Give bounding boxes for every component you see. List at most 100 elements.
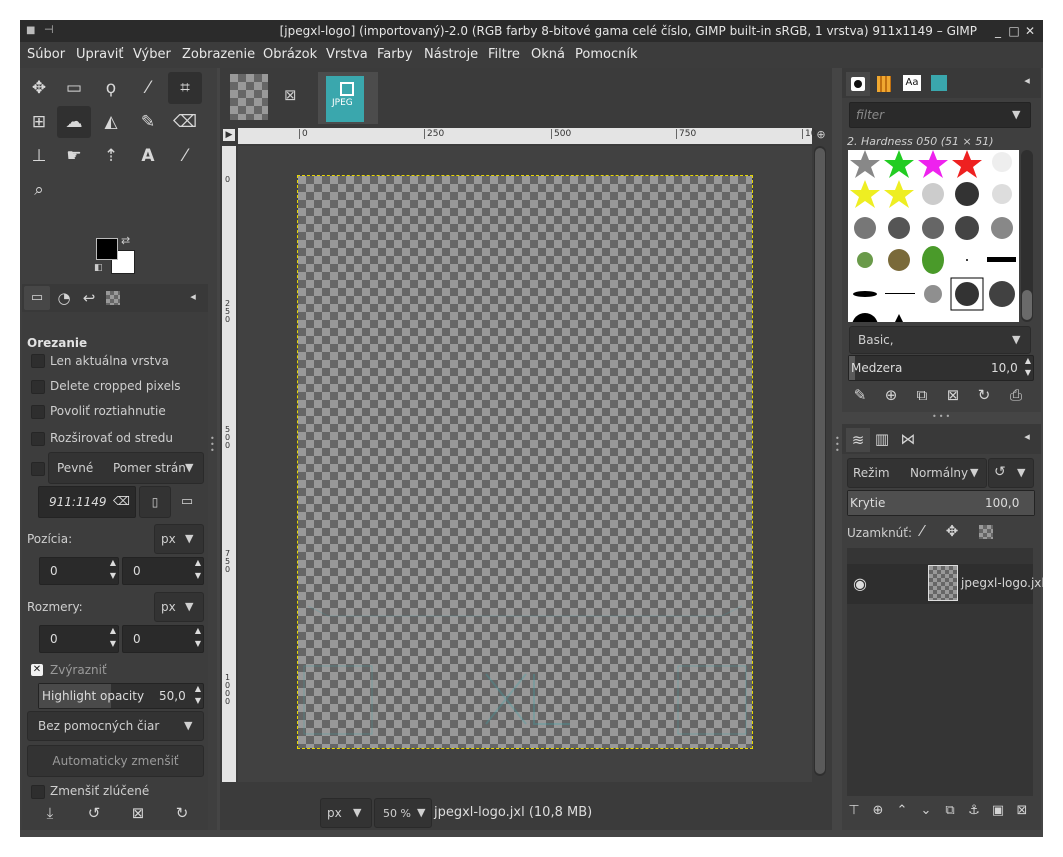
paintbrush-tool[interactable]: ✎ bbox=[131, 106, 165, 138]
spin-up-icon[interactable]: ▲ bbox=[195, 684, 201, 693]
restore-options-icon[interactable]: ↺ bbox=[82, 804, 106, 822]
menu-colors[interactable]: Farby bbox=[377, 47, 413, 62]
brush-scroll-thumb[interactable] bbox=[1022, 290, 1032, 320]
spin-down-icon[interactable]: ▼ bbox=[110, 639, 116, 648]
minimize-icon[interactable]: _ bbox=[991, 24, 1005, 38]
spin-down-icon[interactable]: ▼ bbox=[195, 571, 201, 580]
delete-options-icon[interactable]: ⊠ bbox=[126, 804, 150, 822]
spin-up-icon[interactable]: ▲ bbox=[110, 626, 116, 635]
layer-row[interactable]: ◉ jpegxl-logo.jxl bbox=[847, 564, 1043, 604]
bucket-fill-tool[interactable]: ◭ bbox=[94, 106, 128, 138]
duplicate-layer-icon[interactable]: ⧉ bbox=[943, 803, 957, 818]
duplicate-brush-icon[interactable]: ⧉ bbox=[912, 386, 932, 404]
channels-tab-icon[interactable]: ▥ bbox=[872, 430, 892, 448]
rect-select-tool[interactable]: ▭ bbox=[57, 72, 91, 104]
expand-center-checkbox[interactable] bbox=[31, 432, 45, 446]
menu-layer[interactable]: Vrstva bbox=[326, 47, 368, 62]
eye-icon[interactable]: ◉ bbox=[853, 574, 867, 593]
configure-tab-icon[interactable]: ◂ bbox=[1020, 74, 1034, 87]
spin-up-icon[interactable]: ▲ bbox=[195, 558, 201, 567]
horizontal-ruler[interactable]: 0 250 500 750 10 bbox=[238, 128, 816, 144]
highlight-opacity-slider[interactable]: Highlight opacity 50,0 ▲ ▼ bbox=[38, 683, 204, 709]
images-tab-icon[interactable] bbox=[931, 75, 947, 91]
foreground-color-swatch[interactable] bbox=[96, 238, 118, 260]
new-brush-icon[interactable]: ⊕ bbox=[881, 386, 901, 404]
guides-dropdown[interactable]: Bez pomocných čiar ▼ bbox=[27, 711, 204, 741]
spin-down-icon[interactable]: ▼ bbox=[195, 696, 201, 705]
allow-growing-checkbox[interactable] bbox=[31, 405, 45, 419]
image-tab-thumbnail[interactable] bbox=[230, 74, 268, 120]
pin-icon[interactable]: ⊣ bbox=[44, 23, 54, 36]
text-tool[interactable]: A bbox=[131, 140, 165, 172]
layer-opacity-slider[interactable]: Krytie 100,0 bbox=[847, 490, 1035, 516]
spin-down-icon[interactable]: ▼ bbox=[110, 571, 116, 580]
paths-tool[interactable]: ⇡ bbox=[94, 140, 128, 172]
zoom-fit-icon[interactable]: ⊕ bbox=[814, 128, 828, 142]
dock-separator-handle[interactable]: ••• bbox=[932, 412, 952, 421]
eraser-tool[interactable]: ⌫ bbox=[168, 106, 202, 138]
device-status-tab-icon[interactable]: ◔ bbox=[54, 289, 74, 307]
brush-grid[interactable] bbox=[848, 150, 1019, 322]
brush-filter-input[interactable]: filter ▼ bbox=[849, 102, 1031, 128]
menu-windows[interactable]: Okná bbox=[531, 47, 565, 62]
active-image-tab[interactable]: JPEG bbox=[318, 72, 378, 124]
images-tab-icon[interactable] bbox=[106, 291, 120, 305]
lower-layer-icon[interactable]: ⌄ bbox=[919, 803, 933, 818]
lock-pixels-icon[interactable]: ⁄ bbox=[912, 522, 932, 540]
crop-tool[interactable]: ⌗ bbox=[168, 72, 202, 104]
lasso-tool[interactable]: ϙ bbox=[94, 72, 128, 104]
reset-options-icon[interactable]: ↻ bbox=[170, 804, 194, 822]
undo-history-tab-icon[interactable]: ↩ bbox=[79, 289, 99, 307]
fixed-checkbox[interactable] bbox=[31, 462, 45, 476]
warp-tool[interactable]: ☁ bbox=[57, 106, 91, 138]
vertical-ruler[interactable]: 0 2 5 0 5 0 0 7 5 0 1 0 0 0 bbox=[222, 146, 236, 782]
zoom-dropdown[interactable]: 50 % ▼ bbox=[374, 798, 432, 828]
menu-edit[interactable]: Upraviť bbox=[76, 47, 123, 62]
size-width-input[interactable]: 0 ▲ ▼ bbox=[39, 625, 119, 653]
delete-layer-icon[interactable]: ⊠ bbox=[1015, 803, 1029, 818]
maximize-icon[interactable]: □ bbox=[1007, 24, 1021, 38]
save-options-icon[interactable]: ⤓ bbox=[38, 804, 62, 822]
paths-tab-icon[interactable]: ⋈ bbox=[898, 430, 918, 448]
anchor-layer-icon[interactable]: ⚓ bbox=[967, 803, 981, 818]
menu-select[interactable]: Výber bbox=[133, 47, 171, 62]
delete-brush-icon[interactable]: ⊠ bbox=[943, 386, 963, 404]
transform-tool[interactable]: ⊞ bbox=[22, 106, 56, 138]
highlight-checkbox[interactable]: ✕ bbox=[31, 664, 43, 676]
position-unit-dropdown[interactable]: px ▼ bbox=[154, 524, 204, 554]
canvas-viewport[interactable] bbox=[238, 146, 812, 782]
vertical-scroll-thumb[interactable] bbox=[815, 148, 825, 774]
configure-tab-icon[interactable]: ◂ bbox=[186, 290, 200, 303]
lock-alpha-icon[interactable] bbox=[979, 525, 993, 539]
menu-tools[interactable]: Nástroje bbox=[424, 47, 478, 62]
brushes-tab[interactable] bbox=[846, 72, 870, 96]
fixed-mode-dropdown[interactable]: Pevné Pomer strán ▼ bbox=[48, 452, 204, 484]
swap-colors-icon[interactable]: ⇄ bbox=[121, 234, 130, 247]
zoom-tool[interactable]: ⌕ bbox=[22, 174, 56, 206]
raise-layer-icon[interactable]: ⌃ bbox=[895, 803, 909, 818]
open-brush-icon[interactable]: ⎙ bbox=[1006, 386, 1026, 404]
image-layer[interactable] bbox=[297, 175, 753, 749]
fonts-tab-icon[interactable]: Aa bbox=[903, 75, 921, 91]
brush-scrollbar[interactable] bbox=[1021, 150, 1033, 322]
new-layer-group-icon[interactable]: ⊤ bbox=[847, 803, 861, 818]
left-dock-handle[interactable]: • • • bbox=[210, 435, 215, 455]
size-unit-dropdown[interactable]: px ▼ bbox=[154, 592, 204, 622]
clear-icon[interactable]: ⌫ bbox=[113, 494, 130, 508]
lock-position-icon[interactable]: ✥ bbox=[942, 522, 962, 540]
close-tab-icon[interactable]: ⊠ bbox=[284, 86, 297, 104]
fuzzy-select-tool[interactable]: ⁄ bbox=[131, 72, 165, 104]
quick-mask-icon[interactable]: ▶ bbox=[223, 129, 235, 141]
position-y-input[interactable]: 0 ▲ ▼ bbox=[122, 557, 204, 585]
spacing-slider[interactable]: Medzera 10,0 ▲ ▼ bbox=[848, 355, 1034, 381]
delete-cropped-checkbox[interactable] bbox=[31, 380, 45, 394]
close-icon[interactable]: ✕ bbox=[1023, 24, 1037, 38]
menu-file[interactable]: Súbor bbox=[27, 47, 65, 62]
smudge-tool[interactable]: ☛ bbox=[57, 140, 91, 172]
position-x-input[interactable]: 0 ▲ ▼ bbox=[39, 557, 119, 585]
right-dock-handle[interactable]: • • • bbox=[835, 435, 840, 455]
menu-image[interactable]: Obrázok bbox=[263, 47, 317, 62]
configure-tab-icon[interactable]: ◂ bbox=[1020, 430, 1034, 443]
shrink-merged-checkbox[interactable] bbox=[31, 785, 45, 799]
tool-options-tab-icon[interactable]: ▭ bbox=[24, 286, 50, 310]
